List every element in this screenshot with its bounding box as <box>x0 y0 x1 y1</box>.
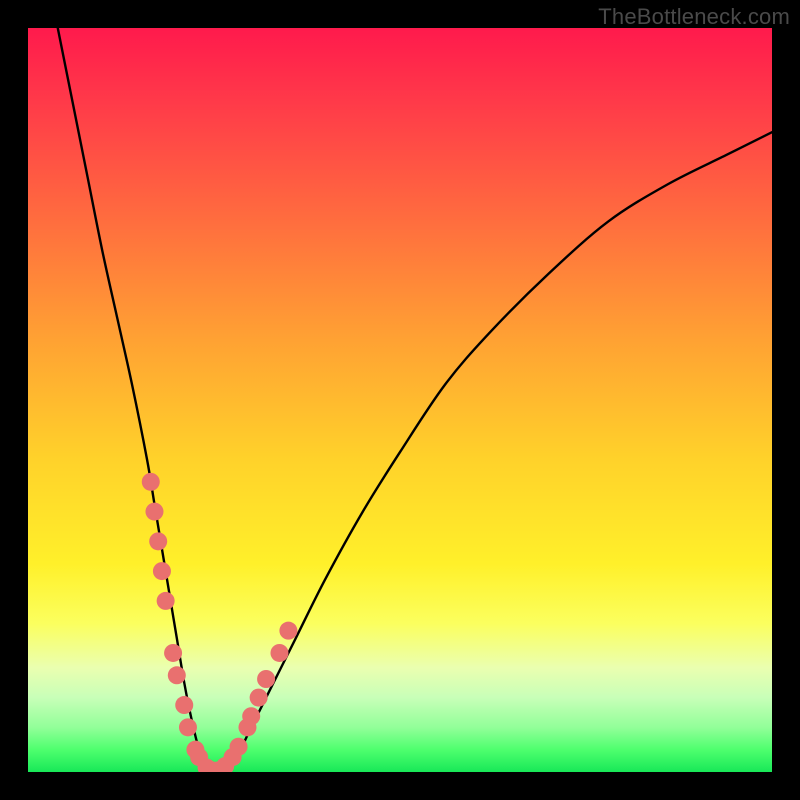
marker-dot <box>164 644 182 662</box>
watermark-text: TheBottleneck.com <box>598 4 790 30</box>
marker-dot <box>149 532 167 550</box>
chart-svg <box>28 28 772 772</box>
chart-plot-area <box>28 28 772 772</box>
marker-dot <box>142 473 160 491</box>
marker-dot <box>145 503 163 521</box>
marker-group <box>142 473 298 772</box>
marker-dot <box>270 644 288 662</box>
bottleneck-curve <box>58 28 772 772</box>
marker-dot <box>168 666 186 684</box>
marker-dot <box>279 622 297 640</box>
marker-dot <box>257 670 275 688</box>
marker-dot <box>153 562 171 580</box>
marker-dot <box>179 718 197 736</box>
marker-dot <box>250 689 268 707</box>
marker-dot <box>175 696 193 714</box>
marker-dot <box>242 707 260 725</box>
chart-frame: TheBottleneck.com <box>0 0 800 800</box>
marker-dot <box>230 738 248 756</box>
marker-dot <box>157 592 175 610</box>
